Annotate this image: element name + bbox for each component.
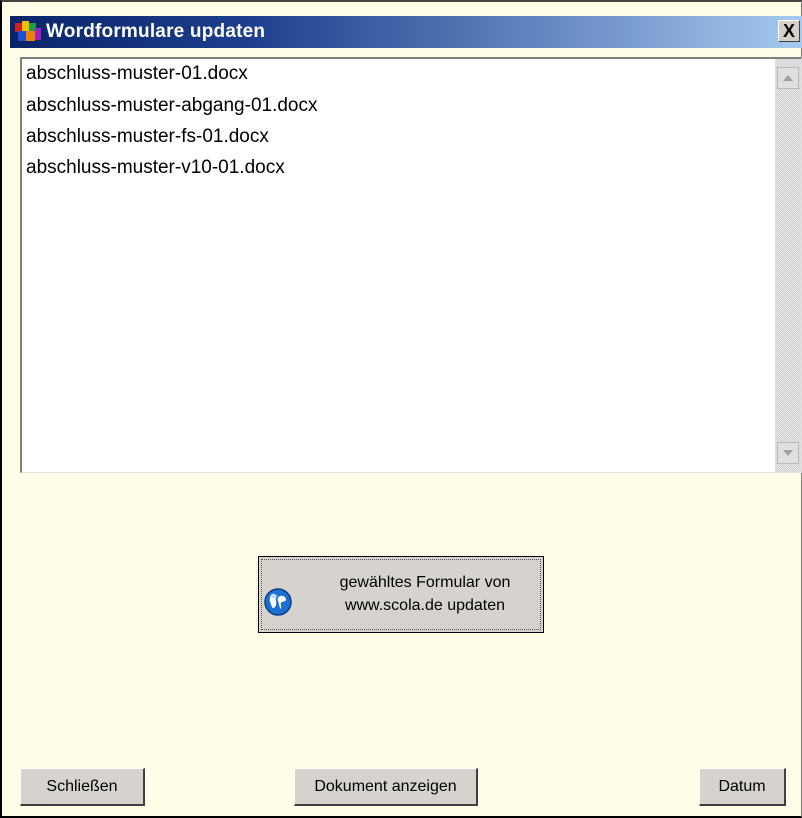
file-list[interactable]: abschluss-muster-01.docx abschluss-muste… — [20, 57, 802, 473]
update-label-line2: www.scola.de updaten — [344, 597, 506, 614]
close-button[interactable]: Schließen — [20, 768, 145, 806]
close-icon[interactable]: X — [778, 20, 800, 42]
list-item[interactable]: abschluss-muster-v10-01.docx — [26, 157, 285, 179]
scroll-down-icon[interactable] — [777, 442, 799, 464]
list-item[interactable]: abschluss-muster-01.docx — [26, 63, 248, 85]
update-label-line1: gewähltes Formular von — [339, 574, 511, 591]
list-item[interactable]: abschluss-muster-abgang-01.docx — [26, 95, 318, 117]
dialog-window: Wordformulare updaten X abschluss-muster… — [0, 0, 802, 818]
update-button-label: gewähltes Formular von www.scola.de upda… — [305, 571, 545, 617]
scroll-up-icon[interactable] — [777, 67, 799, 89]
window-title: Wordformulare updaten — [46, 21, 266, 42]
date-button[interactable]: Datum — [699, 768, 786, 806]
title-bar[interactable]: Wordformulare updaten X — [10, 16, 802, 48]
list-item[interactable]: abschluss-muster-fs-01.docx — [26, 126, 269, 148]
app-icon — [14, 20, 42, 44]
show-document-button[interactable]: Dokument anzeigen — [294, 768, 478, 806]
update-form-button[interactable]: gewähltes Formular von www.scola.de upda… — [258, 556, 544, 633]
vertical-scrollbar[interactable] — [775, 59, 801, 472]
globe-icon — [263, 587, 293, 617]
